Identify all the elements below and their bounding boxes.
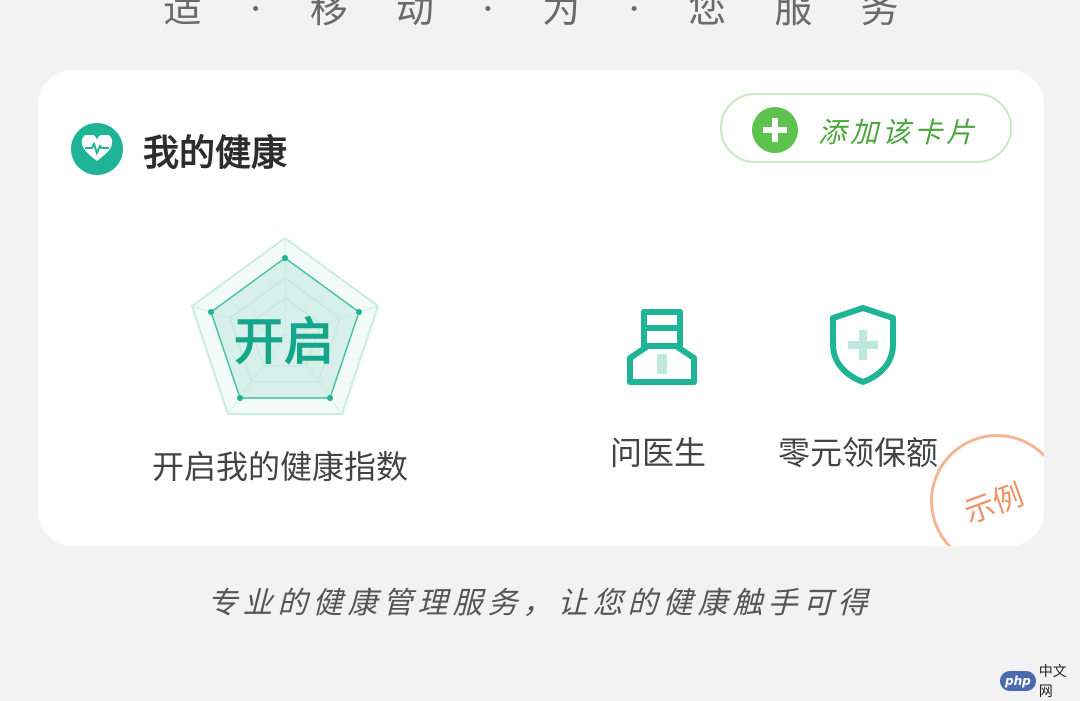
add-card-label: 添加该卡片: [818, 116, 979, 149]
free-insurance-label[interactable]: 零元领保额: [778, 428, 938, 474]
card-title: 我的健康: [143, 133, 288, 174]
watermark-site: 中文网: [1038, 664, 1067, 700]
stamp-text: 示例: [960, 477, 1029, 531]
add-card-button[interactable]: 添加该卡片: [720, 93, 1012, 163]
watermark-badge: php: [1000, 671, 1036, 691]
tagline: 专业的健康管理服务，让您的健康触手可得: [207, 586, 873, 621]
health-card: 我的健康 添加该卡片 开启 开启我的健康指数 问医生 零元领保额 示例: [38, 70, 1044, 546]
doctor-icon[interactable]: [626, 306, 698, 386]
sample-stamp: 示例: [930, 434, 1044, 546]
top-partial-text: 适 · 移 动 · 为 · 您 服 务: [163, 0, 917, 31]
radar-label: 开启: [234, 313, 334, 371]
heart-pulse-icon: [71, 123, 123, 175]
shield-plus-icon[interactable]: [827, 304, 899, 386]
health-index-label[interactable]: 开启我的健康指数: [152, 442, 408, 488]
ask-doctor-label[interactable]: 问医生: [610, 428, 706, 474]
add-plus-icon: [752, 107, 798, 153]
watermark: php 中文网: [1000, 661, 1080, 701]
